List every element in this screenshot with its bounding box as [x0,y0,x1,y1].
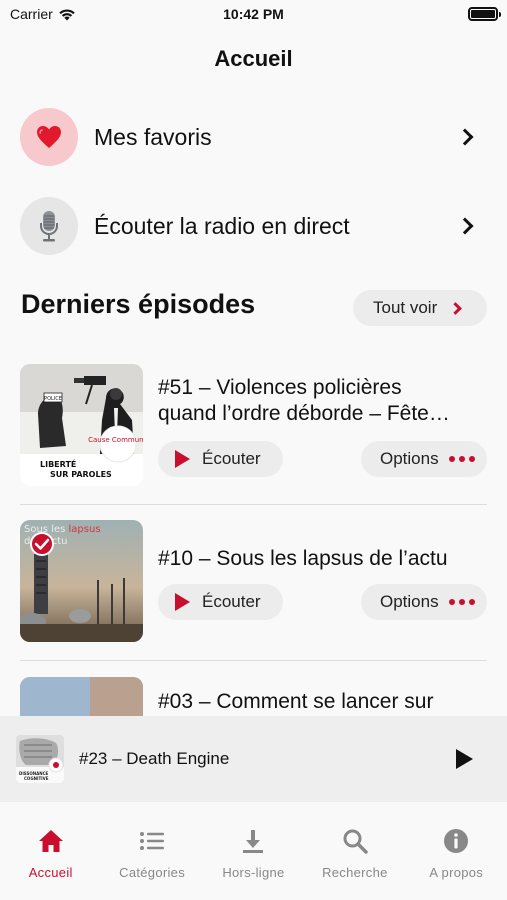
listen-button[interactable]: Écouter [158,441,283,477]
svg-text:SUR PAROLES: SUR PAROLES [50,470,112,479]
download-icon [243,830,264,853]
chevron-right-icon [449,301,463,315]
tab-home[interactable]: Accueil [0,802,101,900]
info-icon [444,829,469,853]
heart-icon [20,108,78,166]
tab-search[interactable]: Recherche [304,802,405,900]
svg-text:Sous les lapsus: Sous les lapsus [24,524,101,535]
play-icon [175,593,190,611]
divider [20,660,487,661]
see-all-button[interactable]: Tout voir [353,290,487,326]
chevron-right-icon [456,217,474,235]
live-radio-label: Écouter la radio en direct [94,212,350,239]
svg-text:COGNITIVE: COGNITIVE [24,776,49,781]
battery-icon [468,7,501,21]
now-playing-title: #23 – Death Engine [79,749,230,768]
svg-text:LIBERTÉ: LIBERTÉ [40,458,76,469]
episode-artwork: Sous les lapsus de l’actu [20,520,143,642]
favorites-row[interactable]: Mes favoris [20,107,487,167]
tab-label: Hors-ligne [222,865,285,880]
tab-label: Recherche [322,865,388,880]
episode-item[interactable]: #03 – Comment se lancer sur [20,677,487,716]
thumb-stamp: Cause Commune [88,436,143,444]
listen-button[interactable]: Écouter [158,584,283,620]
play-icon [175,450,190,468]
options-label: Options [380,449,439,468]
tab-label: A propos [429,865,484,880]
live-radio-row[interactable]: Écouter la radio en direct [20,196,487,256]
more-icon [448,456,475,462]
listen-label: Écouter [202,592,261,611]
see-all-label: Tout voir [373,298,438,317]
episode-title: #51 – Violences policières [158,376,402,399]
episode-artwork [20,677,143,716]
tab-label: Accueil [28,865,73,880]
thumb-sign: POLICE [44,396,62,402]
mini-player[interactable]: DISSONANCE COGNITIVE #23 – Death Engine [0,716,507,802]
tab-offline[interactable]: Hors-ligne [203,802,304,900]
latest-episodes-heading: Derniers épisodes [21,289,256,319]
chevron-right-icon [456,128,474,146]
more-icon [448,599,475,605]
page-title: Accueil [214,46,293,71]
mini-player-artwork: DISSONANCE COGNITIVE [16,735,64,783]
tab-about[interactable]: A propos [406,802,507,900]
clock: 10:42 PM [223,6,284,22]
options-label: Options [380,592,439,611]
episode-item[interactable]: Sous les lapsus de l’actu #10 – Sous les… [20,520,487,644]
divider [20,504,487,505]
home-icon [38,830,63,852]
tab-label: Catégories [119,865,186,880]
search-icon [343,829,368,854]
microphone-icon [20,197,78,255]
episode-item[interactable]: POLICE Cause Commune LIBERTÉ SUR PAROLES… [20,364,487,488]
favorites-label: Mes favoris [94,123,212,150]
episode-artwork: POLICE Cause Commune LIBERTÉ SUR PAROLES [20,364,143,486]
tab-categories[interactable]: Catégories [101,802,202,900]
episode-title-line2: quand l’ordre déborde – Fête… [158,402,450,425]
options-button[interactable]: Options [361,441,487,477]
episode-title: #10 – Sous les lapsus de l’actu [158,547,448,570]
status-bar: Carrier 10:42 PM [0,0,507,30]
options-button[interactable]: Options [361,584,487,620]
episode-title: #03 – Comment se lancer sur [158,690,434,713]
listen-label: Écouter [202,449,261,468]
tab-bar: Accueil Catégories Hors-ligne Recherche … [0,802,507,900]
play-icon[interactable] [456,749,473,769]
list-icon [140,832,165,850]
